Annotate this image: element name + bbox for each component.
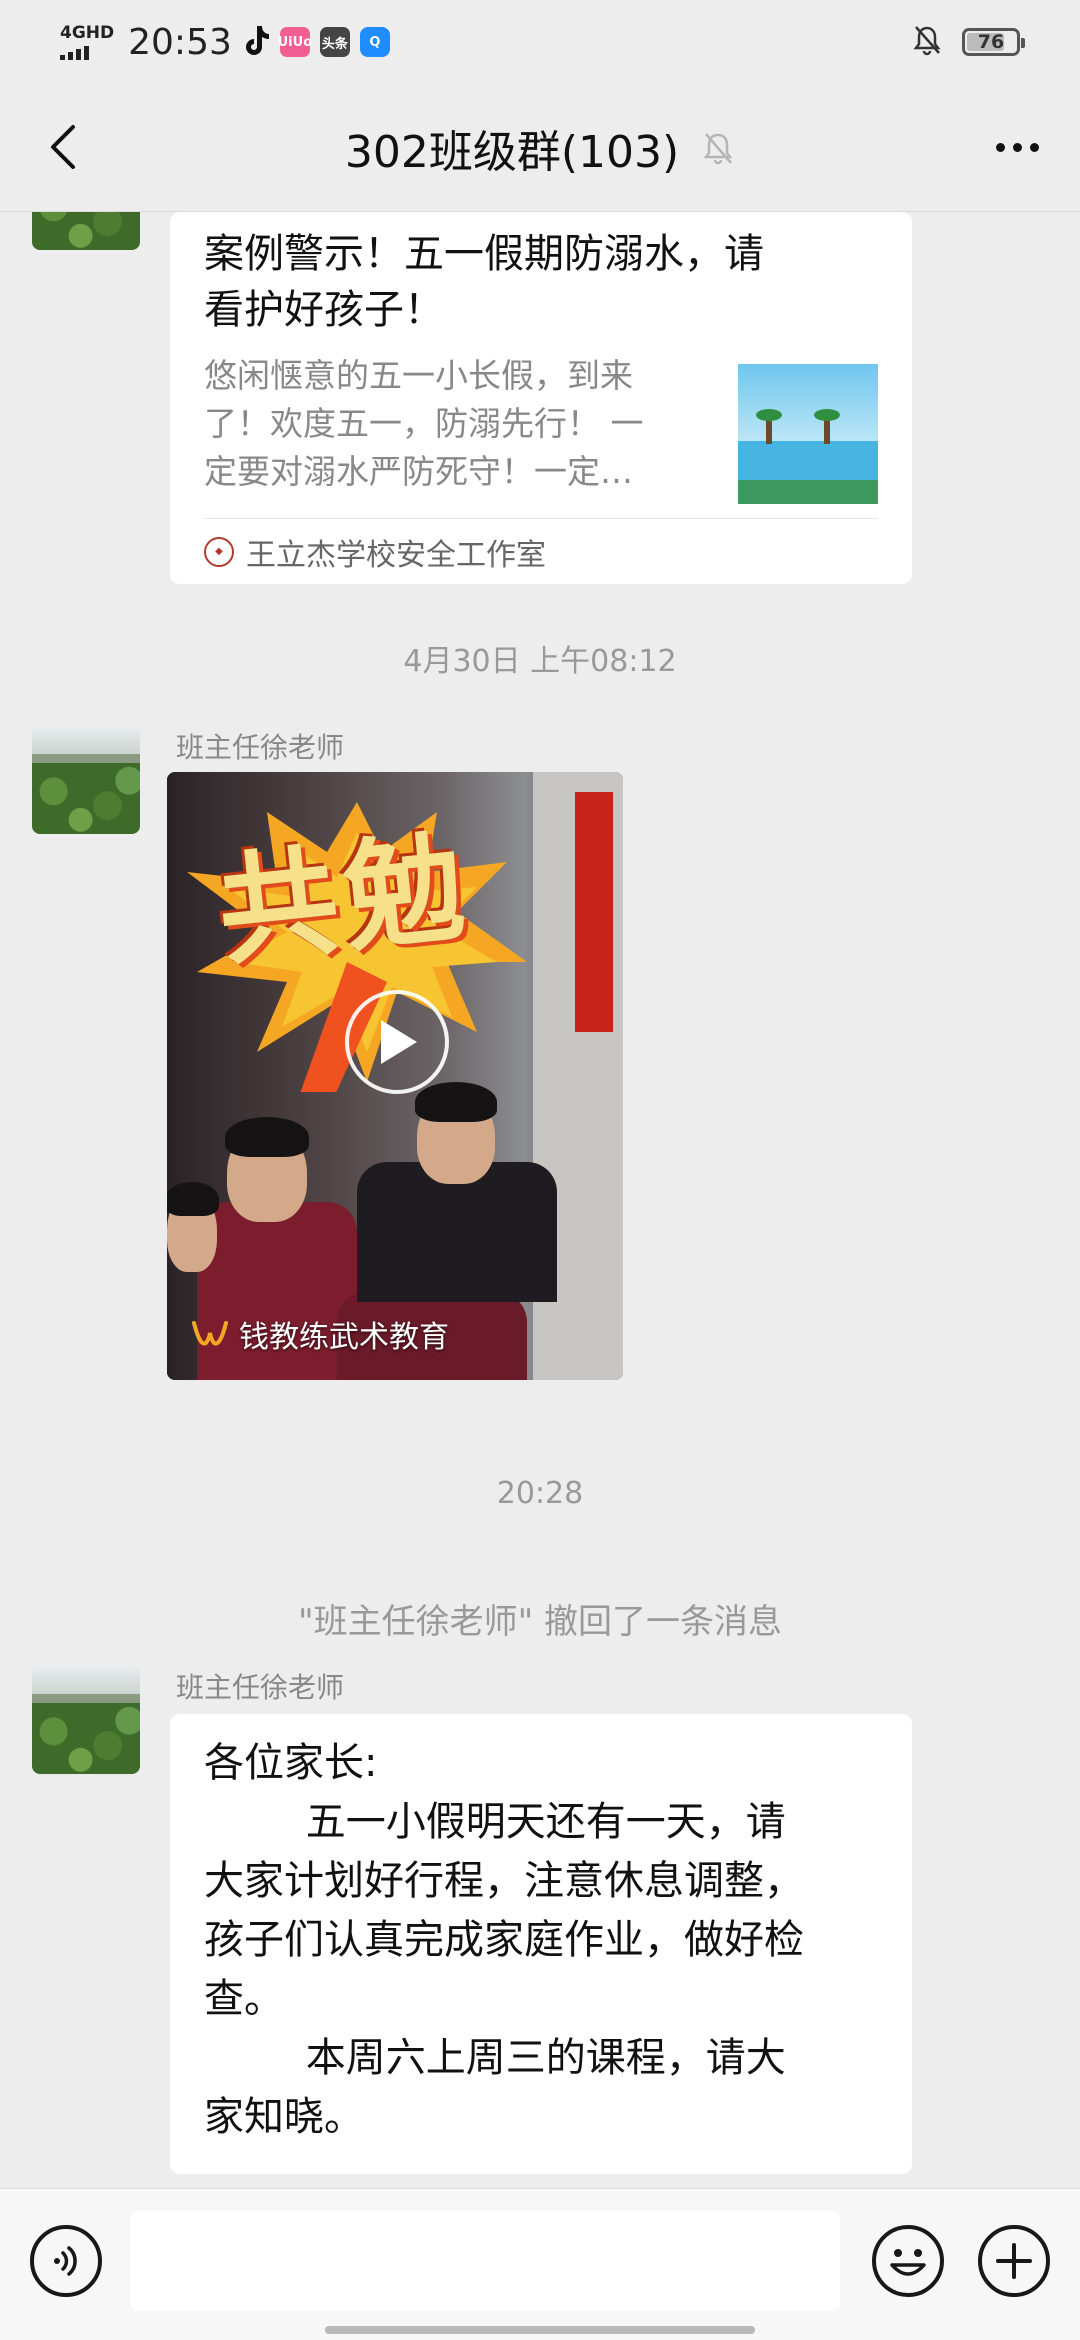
sender-name: 班主任徐老师: [176, 731, 345, 764]
recall-notice: "班主任徐老师" 撤回了一条消息: [297, 1602, 783, 1642]
dot-icon: [995, 142, 1005, 152]
chat-title: 302班级群(103): [344, 126, 680, 178]
dot-icon: [1029, 142, 1039, 152]
video-source: 钱教练武术教育: [191, 1312, 449, 1356]
message-line: 孩子们认真完成家庭作业，做好检: [204, 1917, 804, 1963]
status-time: 20:53: [128, 21, 232, 63]
source-logo-icon: ◆: [204, 536, 234, 567]
nav-bar: 302班级群(103): [0, 84, 1080, 212]
dot-icon: [1012, 142, 1022, 152]
chat-area[interactable]: 案例警示！五一假期防溺水，请 看护好孩子！ 悠闲惬意的五一小长假，到来 了！欢度…: [0, 212, 1080, 2188]
sender-name: 班主任徐老师: [176, 1671, 345, 1704]
article-thumbnail: [738, 364, 878, 504]
emoji-button[interactable]: [872, 2225, 944, 2297]
video-source-name: 钱教练武术教育: [239, 1320, 449, 1355]
video-message[interactable]: 共勉 钱教练武术教育: [167, 772, 623, 1380]
article-desc-line: 悠闲惬意的五一小长假，到来: [204, 356, 633, 395]
message-line: 大家计划好行程，注意休息调整，: [204, 1858, 804, 1904]
battery-level: 76: [977, 31, 1005, 53]
voice-icon: [54, 2246, 77, 2276]
channels-icon: [192, 1321, 228, 1346]
more-button[interactable]: [984, 114, 1050, 180]
timestamp: 4月30日 上午08:12: [403, 644, 677, 679]
message-line: 查。: [204, 1976, 284, 2022]
article-desc-line: 了！欢度五一，防溺先行！ 一: [204, 404, 644, 443]
avatar[interactable]: [32, 212, 140, 250]
app-q-icon: Q: [359, 27, 390, 57]
voice-button[interactable]: [30, 2225, 102, 2297]
article-source: ◆ 王立杰学校安全工作室: [204, 518, 878, 584]
status-right: 76: [912, 24, 1025, 60]
message-line: 五一小假明天还有一天，请: [204, 1799, 786, 1845]
timestamp: 20:28: [496, 1476, 584, 1511]
text-message-bubble[interactable]: 各位家长: 五一小假明天还有一天，请 大家计划好行程，注意休息调整， 孩子们认真…: [170, 1714, 912, 2174]
status-bar: 4GHD 20:53 UiUo 头条 Q 76: [0, 0, 1080, 84]
avatar[interactable]: [32, 726, 140, 834]
home-indicator[interactable]: [325, 2326, 755, 2334]
message-line: 家知晓。: [204, 2094, 364, 2140]
app-badge-icon: UiUo: [278, 27, 312, 57]
signal-icon: [60, 44, 89, 60]
message-input[interactable]: [130, 2211, 840, 2311]
article-description: 悠闲惬意的五一小长假，到来 了！欢度五一，防溺先行！ 一 定要对溺水严防死守！一…: [204, 352, 704, 504]
network-type: 4GHD: [60, 22, 115, 43]
article-title-line: 案例警示！五一假期防溺水，请: [204, 231, 764, 277]
chevron-left-icon: [51, 125, 75, 169]
article-desc-line: 定要对溺水严防死守！一定…: [204, 452, 633, 491]
toutiao-icon: 头条: [319, 27, 350, 57]
message-line: 各位家长:: [204, 1740, 378, 1786]
article-card[interactable]: 案例警示！五一假期防溺水，请 看护好孩子！ 悠闲惬意的五一小长假，到来 了！欢度…: [170, 212, 912, 584]
tiktok-icon: [242, 24, 270, 60]
bell-off-icon: [912, 24, 942, 60]
message-line: 本周六上周三的课程，请大: [204, 2035, 786, 2081]
smiley-icon: [890, 2249, 926, 2276]
article-title-line: 看护好孩子！: [204, 287, 444, 333]
play-icon: [381, 1020, 417, 1064]
avatar[interactable]: [32, 1666, 140, 1774]
status-left: 4GHD 20:53 UiUo 头条 Q: [60, 22, 390, 63]
article-body: 悠闲惬意的五一小长假，到来 了！欢度五一，防溺先行！ 一 定要对溺水严防死守！一…: [204, 352, 878, 504]
mute-bell-icon: [701, 130, 735, 166]
video-caption: 共勉: [211, 818, 477, 983]
input-bar: [0, 2188, 1080, 2340]
more-actions-button[interactable]: [978, 2225, 1050, 2297]
play-button[interactable]: [345, 990, 449, 1094]
network-indicator: 4GHD: [60, 22, 115, 60]
back-button[interactable]: [30, 114, 96, 180]
article-source-name: 王立杰学校安全工作室: [246, 537, 546, 573]
battery-icon: 76: [962, 28, 1025, 56]
plus-icon: [996, 2243, 1032, 2279]
